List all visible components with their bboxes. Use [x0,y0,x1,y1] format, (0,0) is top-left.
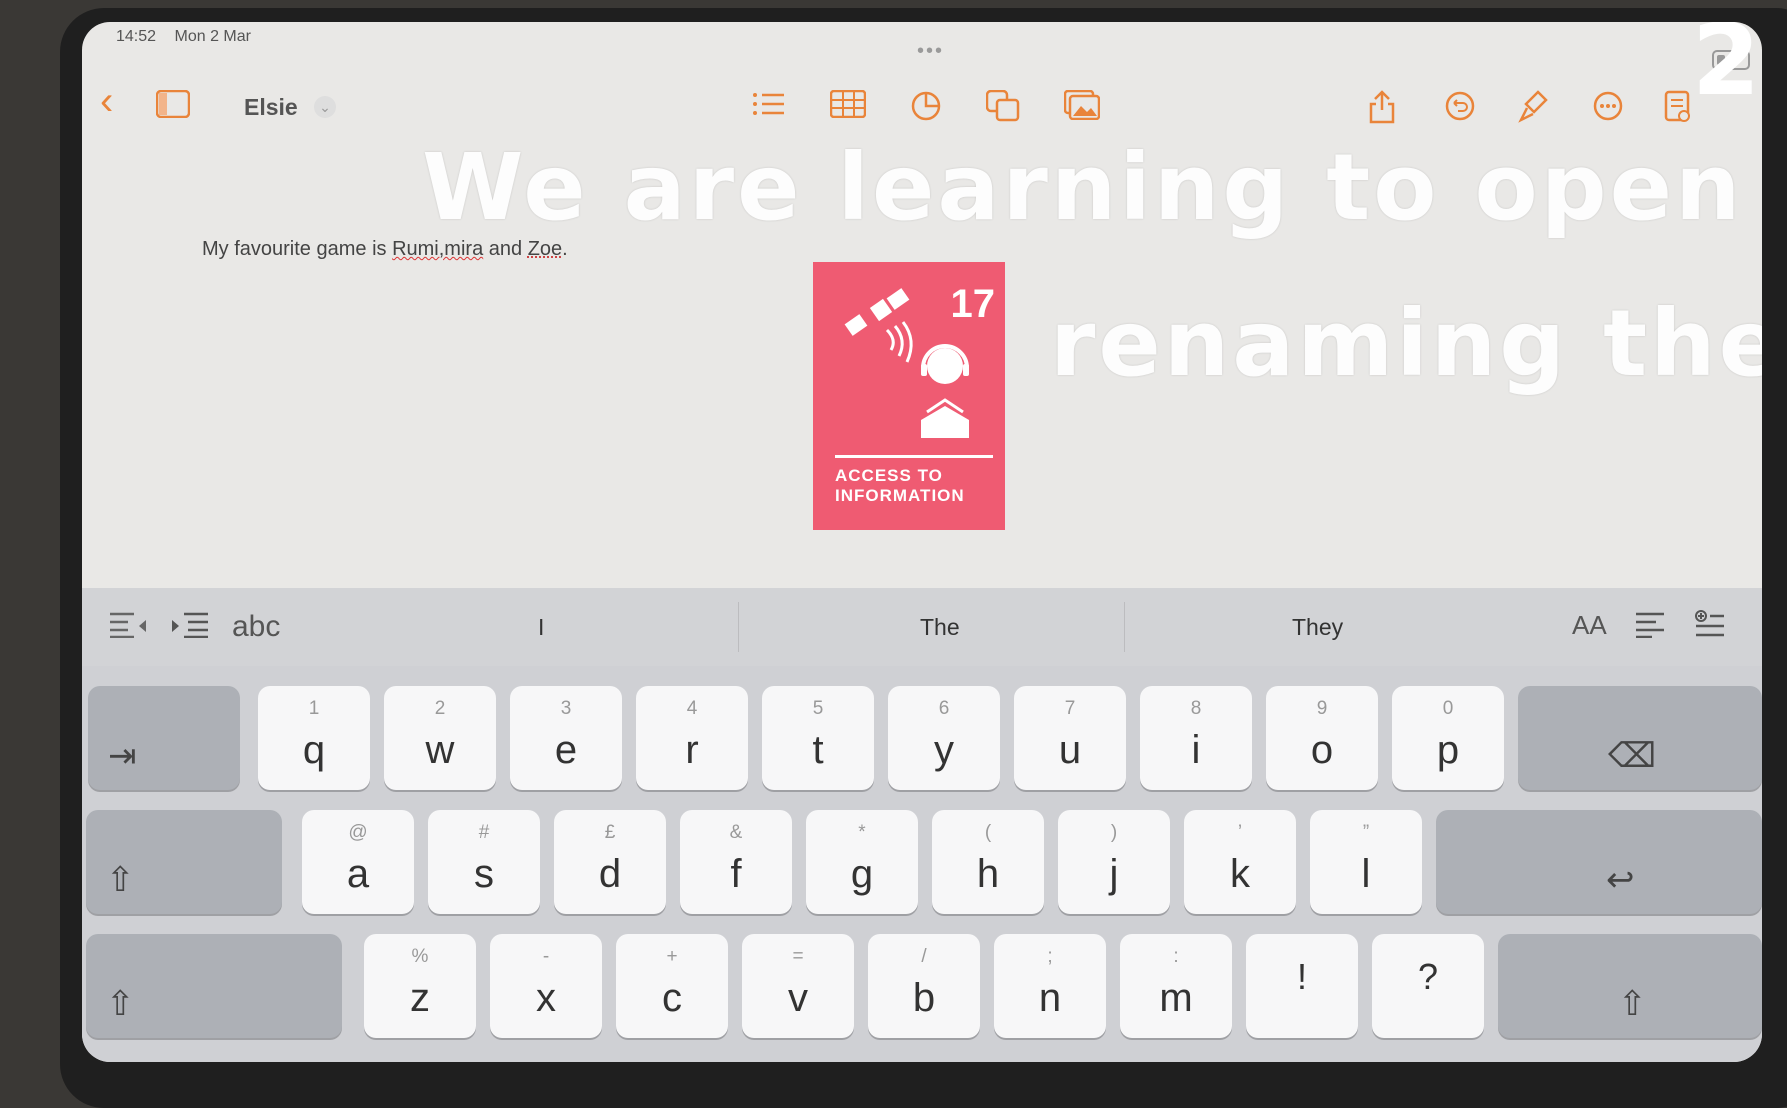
return-key[interactable]: ↩ [1436,810,1762,914]
suggestion-1[interactable]: I [538,614,544,641]
suggestion-divider [738,602,739,652]
undo-icon[interactable] [1444,90,1476,128]
lesson-caption-line2: renaming the tit [1050,290,1762,397]
timer-overlay: 2:5 [1692,22,1762,118]
key-l[interactable]: ” l [1310,810,1422,914]
key-m[interactable]: :m [1120,934,1232,1038]
key-k[interactable]: ’ k [1184,810,1296,914]
key-c[interactable]: + c [616,934,728,1038]
format-brush-icon[interactable] [1518,90,1548,130]
chevron-down-icon[interactable]: ⌄ [314,96,336,118]
satellite-reader-icon [844,288,969,438]
back-button[interactable]: ‹ [100,81,113,121]
chart-icon[interactable] [910,90,942,128]
key-f[interactable]: & f [680,810,792,914]
toolbar: ‹ Elsie ⌄ [82,78,1762,142]
key-t[interactable]: 5t [762,686,874,790]
key-exclamation[interactable]: ! [1246,934,1358,1038]
key-g[interactable]: * g [806,810,918,914]
key-r[interactable]: 4r [636,686,748,790]
misspelled-word[interactable]: Rumi,mira [392,238,483,260]
key-p[interactable]: 0p [1392,686,1504,790]
media-icon[interactable] [1063,89,1101,126]
status-bar: 14:52 Mon 2 Mar [116,28,265,46]
key-d[interactable]: £ d [554,810,666,914]
suggestion-divider [1124,602,1125,652]
share-icon[interactable] [1368,90,1396,130]
shift-key-left-lower[interactable]: ⇧ [86,934,342,1038]
key-j[interactable]: ) j [1058,810,1170,914]
shift-key-right[interactable]: ⇧ [1498,934,1762,1038]
document-body-text[interactable]: My favourite game is Rumi,mira and Zoe. [202,238,568,261]
device-screen: 14:52 Mon 2 Mar ••• ‹ Elsie ⌄ My favouri… [82,22,1762,1062]
more-icon[interactable] [1592,90,1624,128]
outdent-icon[interactable] [108,610,148,645]
shift-key-left[interactable]: ⇧ [86,810,282,914]
badge-label-line1: ACCESS TO [835,466,943,485]
badge-label-line2: INFORMATION [835,486,965,505]
table-icon[interactable] [829,89,867,124]
key-e[interactable]: 3e [510,686,622,790]
status-time: 14:52 [116,28,157,45]
shortcut-bar: abc I The They AA [82,588,1762,666]
insert-comment-icon[interactable] [1694,610,1726,645]
key-s[interactable]: # s [428,810,540,914]
key-w[interactable]: 2w [384,686,496,790]
delete-key[interactable]: ⌫ [1518,686,1762,790]
misspelled-word[interactable]: Zoe [528,238,562,260]
lesson-caption-line1: We are learning to open pages [422,134,1762,241]
abc-button[interactable]: abc [232,610,280,644]
key-o[interactable]: 9o [1266,686,1378,790]
key-v[interactable]: = v [742,934,854,1038]
multitask-grabber[interactable]: ••• [917,40,944,63]
key-b[interactable]: / b [868,934,980,1038]
on-screen-keyboard: abc I The They AA ⇥ 1q 2w 3e 4r 5t 6y 7u… [82,588,1762,1062]
key-question[interactable]: ? [1372,934,1484,1038]
key-u[interactable]: 7u [1014,686,1126,790]
shapes-icon[interactable] [985,89,1020,128]
suggestion-2[interactable]: The [920,614,960,641]
key-q[interactable]: 1q [258,686,370,790]
indent-icon[interactable] [170,610,210,645]
document-icon[interactable] [1664,90,1692,130]
badge-divider [835,455,993,458]
sidebar-icon[interactable] [155,89,191,124]
key-z[interactable]: % z [364,934,476,1038]
key-h[interactable]: (h [932,810,1044,914]
align-text-icon[interactable] [1634,610,1666,645]
suggestion-3[interactable]: They [1292,614,1343,641]
document-title[interactable]: Elsie [244,94,298,121]
status-date: Mon 2 Mar [174,28,251,45]
key-n[interactable]: ; n [994,934,1106,1038]
key-y[interactable]: 6y [888,686,1000,790]
tab-key[interactable]: ⇥ [88,686,240,790]
list-icon[interactable] [752,90,786,124]
key-a[interactable]: @ a [302,810,414,914]
key-x[interactable]: -x [490,934,602,1038]
font-size-button[interactable]: AA [1572,610,1607,641]
key-i[interactable]: 8i [1140,686,1252,790]
sdg-17-badge: 17 ACCESS TO INFORMATION [813,262,1005,530]
